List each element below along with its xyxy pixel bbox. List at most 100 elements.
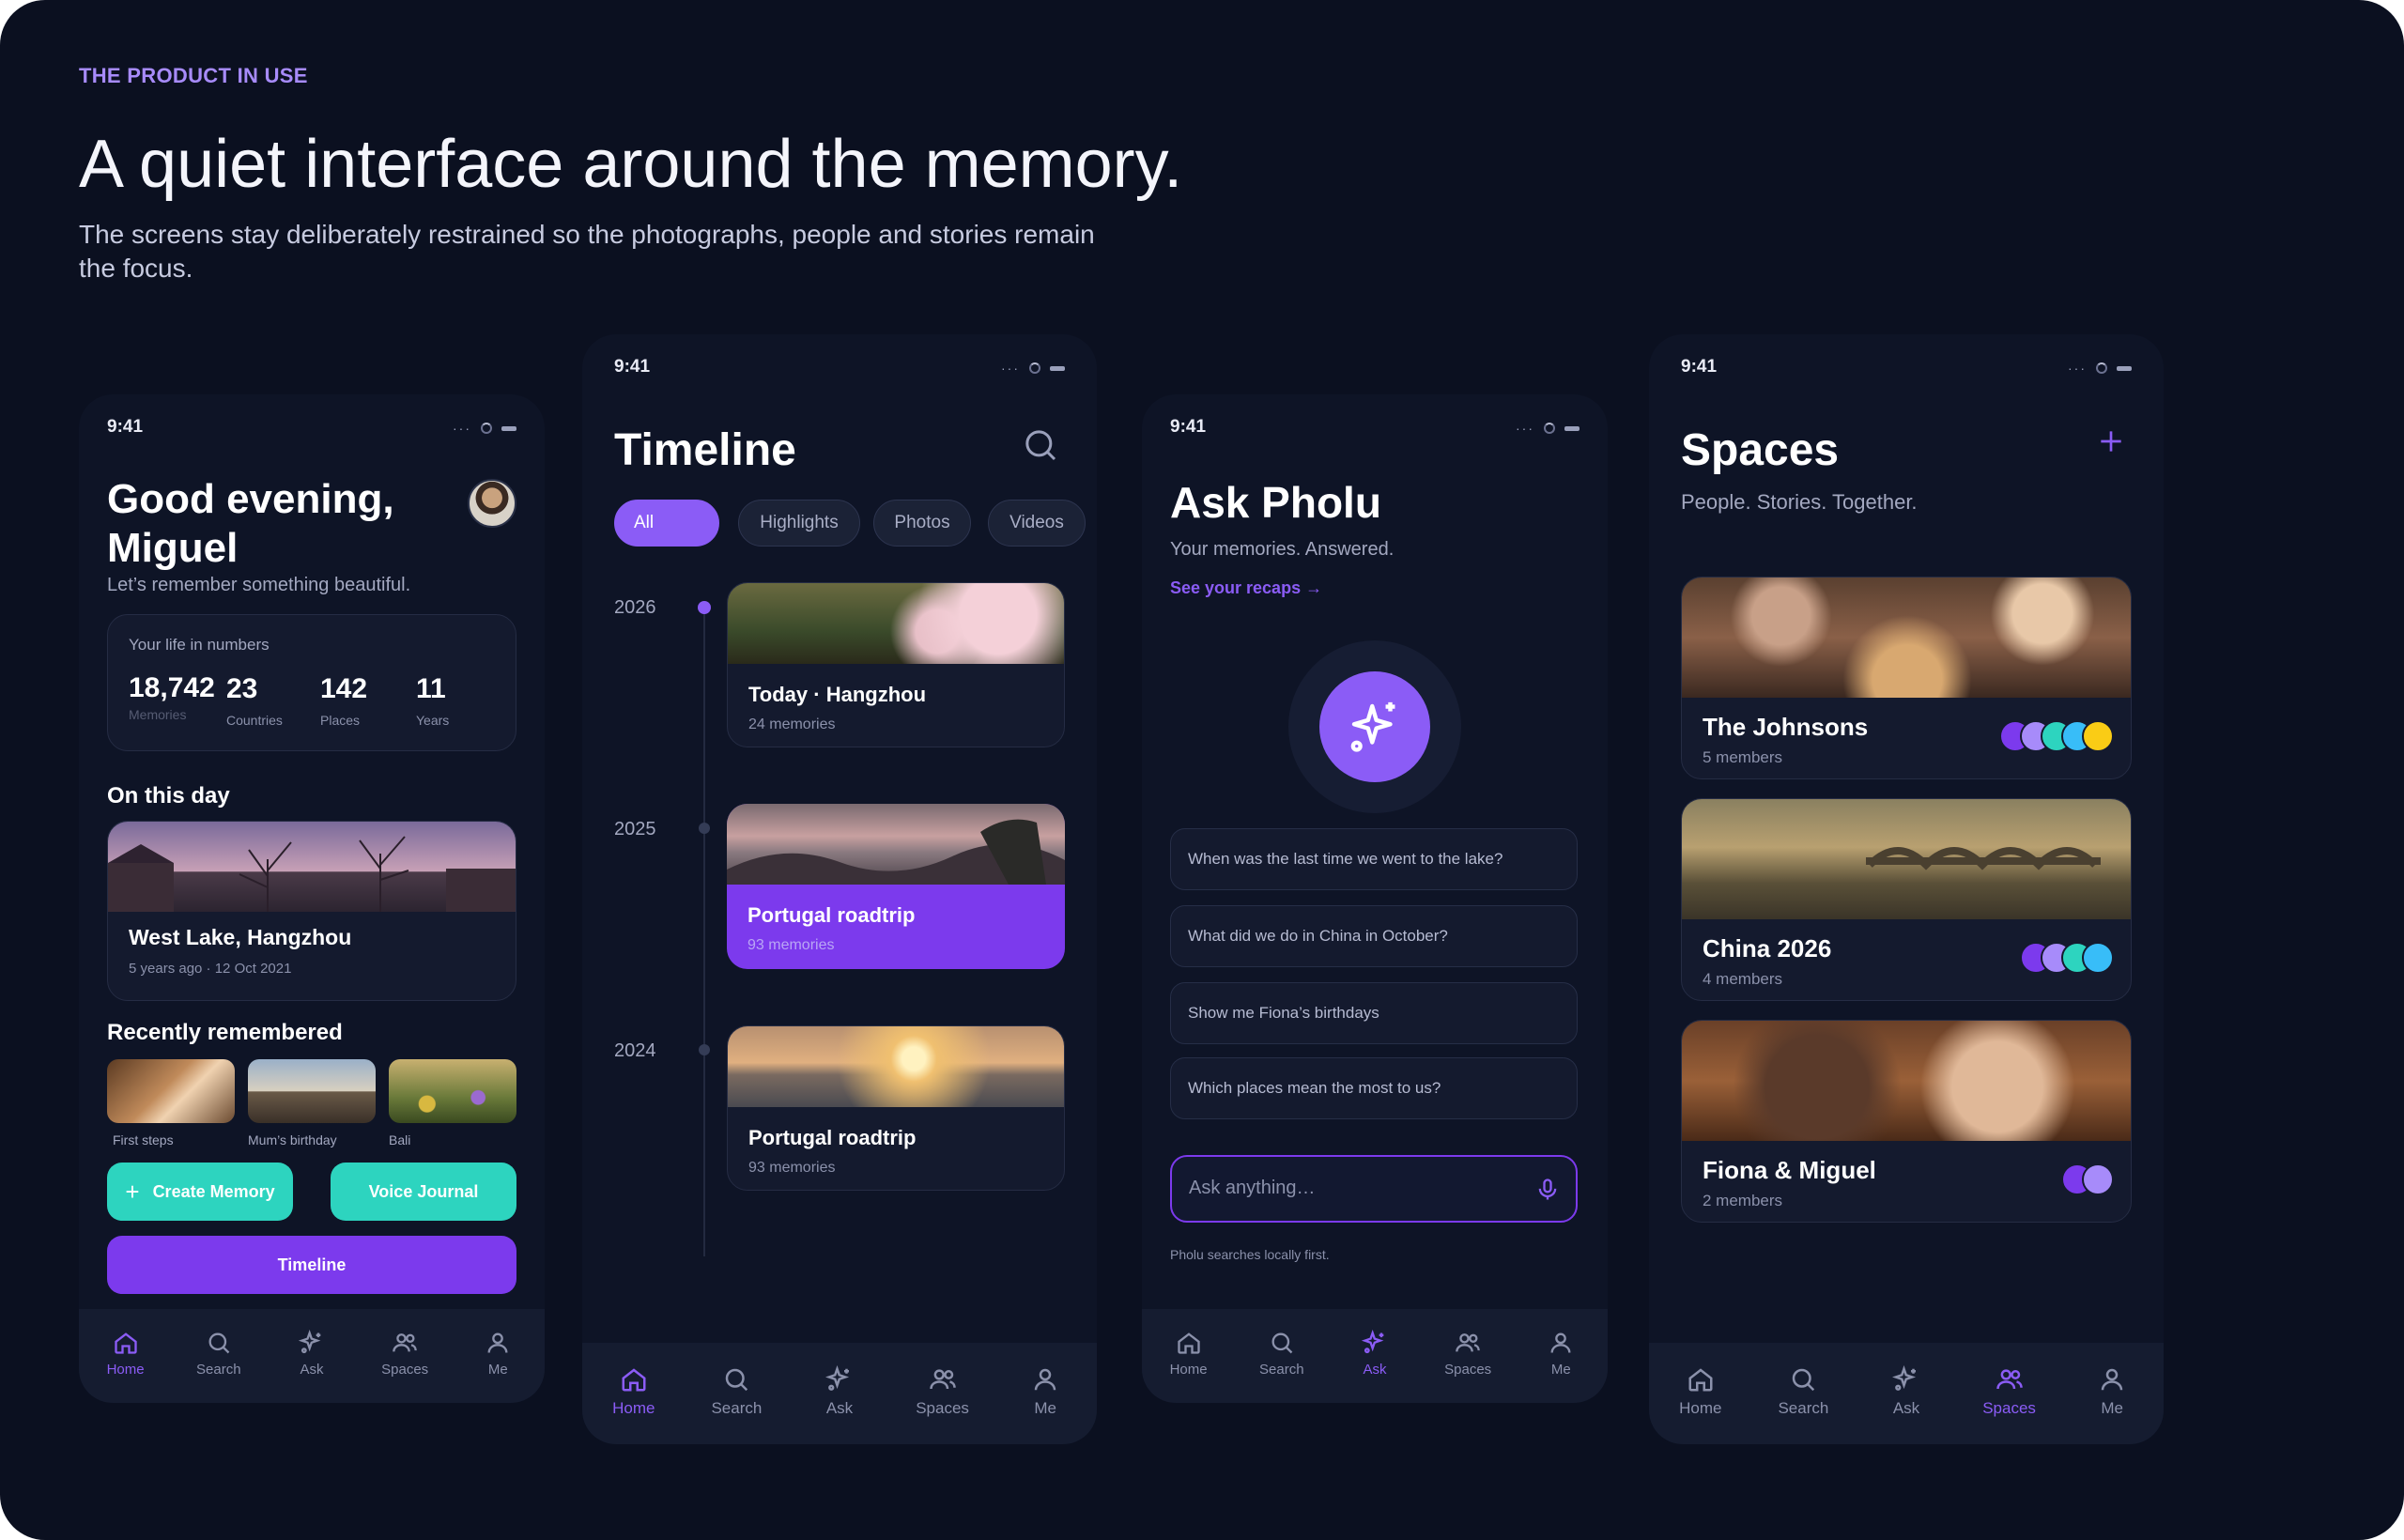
timeline-rail [703,608,705,1256]
nav-spaces[interactable]: Spaces [1430,1330,1505,1378]
people-icon [393,1333,417,1352]
recent-label-first-steps: First steps [113,1132,174,1147]
timeline-photo-portugal-mountains [727,804,1065,885]
timeline-card-2024[interactable]: Portugal roadtrip 93 memories [727,1025,1065,1191]
search-icon [726,1368,748,1392]
ask-input[interactable]: Ask anything… [1170,1155,1578,1223]
space-card-china-2026[interactable]: China 2026 4 members [1681,798,2132,1001]
timeline-card-2026[interactable]: Today · Hangzhou 24 memories [727,582,1065,747]
timeline-card-meta: 24 memories [748,716,836,732]
plus-icon [2101,431,2121,452]
home-greeting: Good evening, Miguel [107,476,394,571]
person-icon [487,1332,508,1353]
recent-label-mums-birthday: Mum’s birthday [248,1132,337,1147]
search-icon [1793,1368,1815,1392]
stat-places: 142 Places [320,673,368,728]
bottom-nav: Home Search Ask Spaces Me [582,1343,1097,1444]
space-name: China 2026 [1703,934,1832,962]
phone-ask: 9:41 ··· Ask Pholu Your memories. Answer… [1142,394,1608,1403]
suggestion-chip[interactable]: Show me Fiona’s birthdays [1170,982,1578,1044]
search-icon[interactable] [1022,426,1059,464]
suggestion-chip[interactable]: When was the last time we went to the la… [1170,828,1578,890]
timeline-title: Timeline [614,425,796,475]
home-icon [622,1368,646,1392]
nav-ask[interactable]: Ask [802,1365,877,1418]
filter-videos[interactable]: Videos [988,500,1086,547]
on-this-day-photo [108,822,516,912]
filter-highlights[interactable]: Highlights [738,500,860,547]
nav-me[interactable]: Me [460,1330,535,1378]
nav-spaces[interactable]: Spaces [905,1365,980,1418]
people-icon [1456,1333,1480,1352]
nav-home[interactable]: Home [88,1330,163,1378]
timeline-card-title: Portugal roadtrip [748,1126,917,1149]
home-subtitle: Let’s remember something beautiful. [107,575,411,595]
nav-spaces[interactable]: Spaces [367,1330,442,1378]
nav-home[interactable]: Home [1663,1365,1738,1418]
ask-subtitle: Your memories. Answered. [1170,539,1395,560]
nav-me[interactable]: Me [2074,1365,2150,1418]
nav-home[interactable]: Home [596,1365,671,1418]
status-icons: ··· [453,421,516,436]
timeline-card-meta: 93 memories [747,937,835,953]
timeline-photo-portugal-beach [728,1026,1064,1107]
ai-orb[interactable] [1288,640,1461,813]
people-icon [1996,1369,2023,1390]
recent-thumb-mums-birthday[interactable] [248,1059,376,1123]
nav-search[interactable]: Search [699,1365,774,1418]
section-subhead: The screens stay deliberately restrained… [79,220,1095,283]
nav-search[interactable]: Search [1244,1330,1319,1378]
suggestion-chip[interactable]: What did we do in China in October? [1170,905,1578,967]
nav-ask[interactable]: Ask [274,1330,349,1378]
bottom-nav: Home Search Ask Spaces Me [79,1309,545,1403]
timeline-button[interactable]: Timeline [107,1236,516,1294]
add-space-button[interactable] [2090,421,2132,462]
recent-title: Recently remembered [107,1020,343,1045]
on-this-day-card[interactable]: West Lake, Hangzhou 5 years ago · 12 Oct… [107,821,516,1001]
microphone-icon[interactable] [1534,1176,1561,1204]
timeline-dot [699,823,710,834]
nav-ask[interactable]: Ask [1869,1365,1944,1418]
nav-ask[interactable]: Ask [1337,1330,1412,1378]
ask-footnote: Pholu searches locally first. [1170,1247,1330,1262]
filter-all[interactable]: All [614,500,719,547]
space-name: The Johnsons [1703,713,1869,741]
year-2025: 2025 [614,819,656,839]
nav-search[interactable]: Search [1765,1365,1841,1418]
ask-input-placeholder: Ask anything… [1189,1178,1316,1198]
recaps-link[interactable]: See your recaps → [1170,578,1322,598]
nav-me[interactable]: Me [1523,1330,1598,1378]
status-time: 9:41 [1681,357,1718,377]
space-card-johnsons[interactable]: The Johnsons 5 members [1681,577,2132,779]
status-icons: ··· [1001,361,1065,376]
create-memory-button[interactable]: + Create Memory [107,1163,293,1221]
filter-photos[interactable]: Photos [873,500,971,547]
avatar[interactable] [468,479,516,528]
space-photo-china [1682,799,2131,919]
member-avatars [2020,942,2114,974]
suggestion-chip[interactable]: Which places mean the most to us? [1170,1057,1578,1119]
recent-label-bali: Bali [389,1132,411,1147]
nav-home[interactable]: Home [1151,1330,1226,1378]
recent-thumb-first-steps[interactable] [107,1059,235,1123]
on-this-day-title: On this day [107,783,230,808]
nav-me[interactable]: Me [1008,1365,1083,1418]
nav-spaces[interactable]: Spaces [1972,1365,2047,1418]
timeline-photo-hangzhou [728,583,1064,664]
section-headline: A quiet interface around the memory. [79,127,1183,202]
year-2026: 2026 [614,597,656,618]
year-2024: 2024 [614,1040,656,1061]
ai-orb-core [1319,671,1430,782]
plus-icon: + [125,1177,140,1206]
timeline-card-2025[interactable]: Portugal roadtrip 93 memories [727,804,1065,969]
home-icon [1688,1368,1713,1392]
ask-title: Ask Pholu [1170,478,1381,527]
nav-search[interactable]: Search [181,1330,256,1378]
sparkle-icon [298,1330,321,1354]
recent-thumb-bali[interactable] [389,1059,516,1123]
space-card-fiona-miguel[interactable]: Fiona & Miguel 2 members [1681,1020,2132,1223]
voice-journal-button[interactable]: Voice Journal [331,1163,516,1221]
sparkle-icon [1891,1365,1917,1391]
suggestions-list: When was the last time we went to the la… [1170,828,1578,1129]
home-icon [1177,1332,1200,1354]
